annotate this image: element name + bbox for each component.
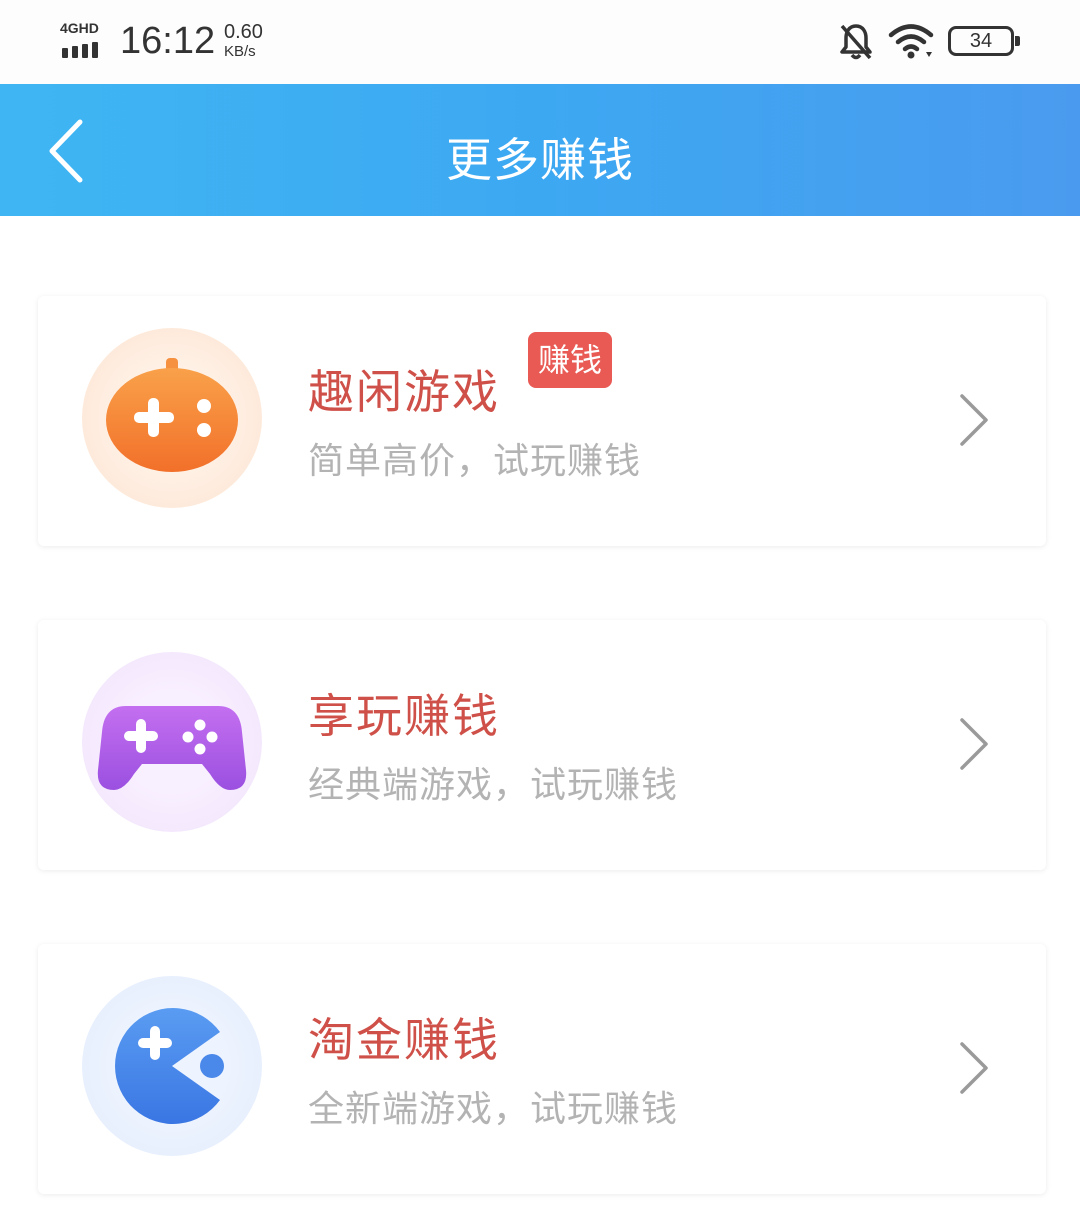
- battery-level: 34: [969, 30, 993, 52]
- list-item-casual-games[interactable]: 趣闲游戏 赚钱 简单高价，试玩赚钱: [38, 296, 1046, 546]
- network-speed-value: 0.60: [224, 21, 263, 43]
- list-item-gold-digging[interactable]: 淘金赚钱 全新端游戏，试玩赚钱: [38, 944, 1046, 1194]
- item-subtitle: 简单高价，试玩赚钱: [308, 441, 642, 482]
- network-speed-unit: KB/s: [224, 43, 256, 60]
- chevron-right-icon: [960, 718, 988, 770]
- purple-controller-icon: [82, 652, 262, 832]
- clock: 16:12: [120, 20, 216, 62]
- earn-badge: 赚钱: [528, 332, 613, 388]
- item-title: 享玩赚钱: [308, 689, 500, 743]
- battery-icon: 34: [948, 26, 1020, 56]
- cellular-signal-icon: 4GHD: [60, 20, 106, 60]
- chevron-right-icon: [960, 394, 988, 446]
- app-header: 更多赚钱: [0, 84, 1080, 216]
- status-bar: 4GHD 16:12 0.60 KB/s 34: [0, 0, 1080, 84]
- network-speed: 0.60 KB/s: [224, 22, 284, 59]
- item-subtitle: 经典端游戏，试玩赚钱: [308, 765, 679, 806]
- item-subtitle: 全新端游戏，试玩赚钱: [308, 1089, 679, 1130]
- network-type-label: 4GHD: [60, 20, 99, 36]
- chevron-right-icon: [960, 1042, 988, 1094]
- page-title: 更多赚钱: [446, 133, 634, 187]
- mute-bell-icon: [840, 24, 872, 60]
- wifi-icon: [888, 24, 934, 59]
- blue-pacman-icon: [82, 976, 262, 1156]
- orange-gamepad-icon: [82, 328, 262, 508]
- list-item-enjoy-play[interactable]: 享玩赚钱 经典端游戏，试玩赚钱: [38, 620, 1046, 870]
- item-title: 淘金赚钱: [308, 1013, 500, 1067]
- item-title: 趣闲游戏: [308, 365, 500, 419]
